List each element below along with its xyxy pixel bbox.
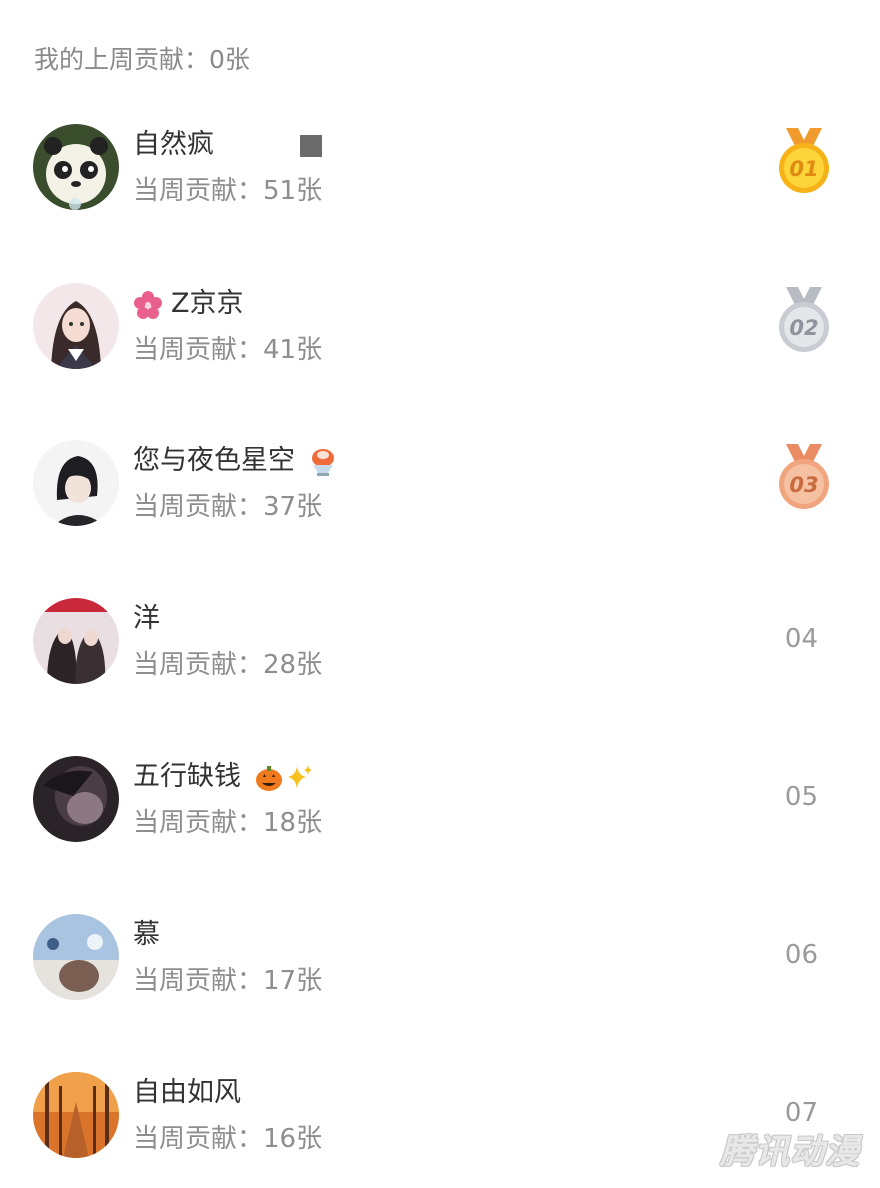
rank-number: 06	[784, 940, 818, 970]
silver-medal-icon: 02	[779, 287, 829, 352]
weekly-contribution: 当周贡献：41张	[133, 335, 323, 365]
last-week-contribution: 我的上周贡献：0张	[34, 45, 250, 74]
avatar[interactable]	[33, 124, 119, 210]
medal-rank-label: 01	[789, 157, 818, 181]
avatar[interactable]	[33, 756, 119, 842]
avatar[interactable]	[33, 283, 119, 369]
medal-rank-label: 03	[789, 473, 818, 497]
rank-number: 04	[784, 624, 818, 654]
avatar[interactable]	[33, 598, 119, 684]
flower-icon	[134, 290, 162, 319]
weekly-contribution: 当周贡献：16张	[133, 1124, 323, 1154]
shaved-ice-icon	[311, 448, 334, 476]
user-name[interactable]: Z京京	[133, 281, 244, 320]
user-name[interactable]: 自然疯	[133, 122, 322, 161]
square-icon	[300, 134, 322, 157]
user-name[interactable]: 慕	[133, 912, 160, 951]
medal-rank-label: 02	[789, 316, 818, 340]
avatar[interactable]	[33, 440, 119, 526]
ranking-row[interactable]: 五行缺钱 当周贡献：18张 05	[0, 756, 880, 866]
watermark-logo: 腾讯动漫	[720, 1132, 860, 1172]
ranking-row[interactable]: 洋 当周贡献：28张 04	[0, 598, 880, 708]
weekly-contribution: 当周贡献：51张	[133, 176, 323, 206]
ranking-row[interactable]: 您与夜色星空 当周贡献：37张 03	[0, 440, 880, 550]
user-name[interactable]: 洋	[133, 596, 160, 635]
pumpkin-icon	[255, 765, 282, 791]
user-name[interactable]: 五行缺钱	[133, 754, 314, 793]
ranking-row[interactable]: Z京京 当周贡献：41张 02	[0, 283, 880, 393]
bronze-medal-icon: 03	[779, 444, 829, 509]
avatar[interactable]	[33, 914, 119, 1000]
weekly-contribution: 当周贡献：28张	[133, 650, 323, 680]
gold-medal-icon: 01	[779, 128, 829, 193]
rank-number: 05	[784, 782, 818, 812]
ranking-row[interactable]: 慕 当周贡献：17张 06	[0, 914, 880, 1024]
user-name[interactable]: 您与夜色星空	[133, 438, 338, 477]
ranking-row[interactable]: 自然疯 当周贡献：51张 01	[0, 124, 880, 234]
user-name[interactable]: 自由如风	[133, 1070, 241, 1109]
weekly-contribution: 当周贡献：18张	[133, 808, 323, 838]
sparkles-icon	[287, 764, 312, 789]
weekly-contribution: 当周贡献：17张	[133, 966, 323, 996]
weekly-contribution: 当周贡献：37张	[133, 492, 323, 522]
avatar[interactable]	[33, 1072, 119, 1158]
